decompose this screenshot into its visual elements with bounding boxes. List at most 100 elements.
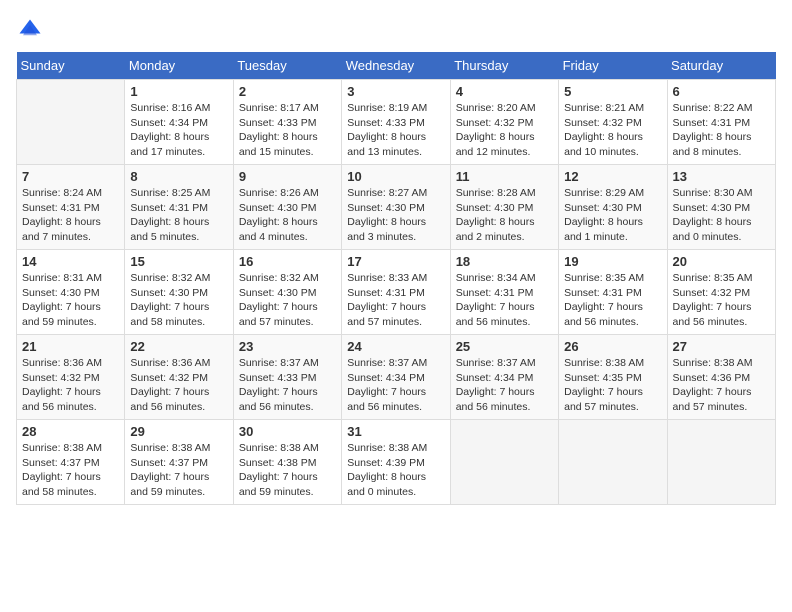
day-number: 23	[239, 339, 336, 354]
calendar-cell: 31Sunrise: 8:38 AMSunset: 4:39 PMDayligh…	[342, 420, 450, 505]
calendar-week-row: 14 Sunrise: 8:31 AMSunset: 4:30 PMDayligh…	[17, 250, 776, 335]
day-number: 13	[673, 169, 770, 184]
day-number: 31	[347, 424, 444, 439]
day-number: 24	[347, 339, 444, 354]
day-number: 28	[22, 424, 119, 439]
calendar-week-row: 28 Sunrise: 8:38 AMSunset: 4:37 PMDayligh…	[17, 420, 776, 505]
day-number: 2	[239, 84, 336, 99]
day-number: 19	[564, 254, 661, 269]
calendar-cell: 27Sunrise: 8:38 AMSunset: 4:36 PMDayligh…	[667, 335, 775, 420]
day-number: 21	[22, 339, 119, 354]
day-info: Sunrise: 8:37 AMSunset: 4:33 PMDaylight:…	[239, 356, 336, 415]
day-number: 18	[456, 254, 553, 269]
day-number: 26	[564, 339, 661, 354]
day-info: Sunrise: 8:32 AMSunset: 4:30 PMDaylight:…	[130, 271, 227, 330]
day-info: Sunrise: 8:27 AMSunset: 4:30 PMDaylight:…	[347, 186, 444, 245]
weekday-header: Saturday	[667, 52, 775, 80]
weekday-header: Sunday	[17, 52, 125, 80]
calendar-cell: 14 Sunrise: 8:31 AMSunset: 4:30 PMDayligh…	[17, 250, 125, 335]
calendar-cell: 18 Sunrise: 8:34 AMSunset: 4:31 PMDayligh…	[450, 250, 558, 335]
calendar-cell: 24 Sunrise: 8:37 AMSunset: 4:34 PMDayligh…	[342, 335, 450, 420]
logo	[16, 16, 48, 44]
day-info: Sunrise: 8:25 AMSunset: 4:31 PMDaylight:…	[130, 186, 227, 245]
calendar-cell: 22 Sunrise: 8:36 AMSunset: 4:32 PMDayligh…	[125, 335, 233, 420]
calendar-cell	[450, 420, 558, 505]
calendar-cell: 10 Sunrise: 8:27 AMSunset: 4:30 PMDayligh…	[342, 165, 450, 250]
day-info: Sunrise: 8:38 AMSunset: 4:37 PMDaylight:…	[22, 441, 119, 500]
day-number: 9	[239, 169, 336, 184]
calendar-cell: 3 Sunrise: 8:19 AMSunset: 4:33 PMDaylight…	[342, 80, 450, 165]
day-number: 10	[347, 169, 444, 184]
calendar-week-row: 21 Sunrise: 8:36 AMSunset: 4:32 PMDayligh…	[17, 335, 776, 420]
calendar-cell: 17 Sunrise: 8:33 AMSunset: 4:31 PMDayligh…	[342, 250, 450, 335]
calendar-cell	[667, 420, 775, 505]
calendar-week-row: 7Sunrise: 8:24 AMSunset: 4:31 PMDaylight…	[17, 165, 776, 250]
day-info: Sunrise: 8:28 AMSunset: 4:30 PMDaylight:…	[456, 186, 553, 245]
day-number: 12	[564, 169, 661, 184]
calendar-cell: 11 Sunrise: 8:28 AMSunset: 4:30 PMDayligh…	[450, 165, 558, 250]
calendar-cell: 1Sunrise: 8:16 AMSunset: 4:34 PMDaylight…	[125, 80, 233, 165]
day-info: Sunrise: 8:34 AMSunset: 4:31 PMDaylight:…	[456, 271, 553, 330]
day-info: Sunrise: 8:16 AMSunset: 4:34 PMDaylight:…	[130, 101, 227, 160]
day-info: Sunrise: 8:19 AMSunset: 4:33 PMDaylight:…	[347, 101, 444, 160]
calendar-header: SundayMondayTuesdayWednesdayThursdayFrid…	[17, 52, 776, 80]
day-number: 22	[130, 339, 227, 354]
calendar-cell: 7Sunrise: 8:24 AMSunset: 4:31 PMDaylight…	[17, 165, 125, 250]
day-number: 5	[564, 84, 661, 99]
calendar-cell: 4 Sunrise: 8:20 AMSunset: 4:32 PMDaylight…	[450, 80, 558, 165]
day-info: Sunrise: 8:38 AMSunset: 4:37 PMDaylight:…	[130, 441, 227, 500]
weekday-header: Friday	[559, 52, 667, 80]
day-number: 11	[456, 169, 553, 184]
calendar-cell: 28 Sunrise: 8:38 AMSunset: 4:37 PMDayligh…	[17, 420, 125, 505]
day-info: Sunrise: 8:20 AMSunset: 4:32 PMDaylight:…	[456, 101, 553, 160]
day-info: Sunrise: 8:35 AMSunset: 4:31 PMDaylight:…	[564, 271, 661, 330]
logo-icon	[16, 16, 44, 44]
weekday-header: Monday	[125, 52, 233, 80]
day-info: Sunrise: 8:38 AMSunset: 4:35 PMDaylight:…	[564, 356, 661, 415]
day-info: Sunrise: 8:29 AMSunset: 4:30 PMDaylight:…	[564, 186, 661, 245]
calendar-cell	[17, 80, 125, 165]
day-number: 3	[347, 84, 444, 99]
calendar-cell: 8 Sunrise: 8:25 AMSunset: 4:31 PMDaylight…	[125, 165, 233, 250]
day-info: Sunrise: 8:24 AMSunset: 4:31 PMDaylight:…	[22, 186, 119, 245]
day-number: 15	[130, 254, 227, 269]
weekday-row: SundayMondayTuesdayWednesdayThursdayFrid…	[17, 52, 776, 80]
day-info: Sunrise: 8:22 AMSunset: 4:31 PMDaylight:…	[673, 101, 770, 160]
calendar-cell: 5 Sunrise: 8:21 AMSunset: 4:32 PMDaylight…	[559, 80, 667, 165]
day-info: Sunrise: 8:21 AMSunset: 4:32 PMDaylight:…	[564, 101, 661, 160]
calendar-cell: 19 Sunrise: 8:35 AMSunset: 4:31 PMDayligh…	[559, 250, 667, 335]
calendar-cell: 25Sunrise: 8:37 AMSunset: 4:34 PMDayligh…	[450, 335, 558, 420]
calendar-cell: 12 Sunrise: 8:29 AMSunset: 4:30 PMDayligh…	[559, 165, 667, 250]
weekday-header: Wednesday	[342, 52, 450, 80]
calendar-cell: 29Sunrise: 8:38 AMSunset: 4:37 PMDayligh…	[125, 420, 233, 505]
day-info: Sunrise: 8:26 AMSunset: 4:30 PMDaylight:…	[239, 186, 336, 245]
calendar-cell	[559, 420, 667, 505]
day-info: Sunrise: 8:36 AMSunset: 4:32 PMDaylight:…	[22, 356, 119, 415]
calendar-table: SundayMondayTuesdayWednesdayThursdayFrid…	[16, 52, 776, 505]
day-number: 25	[456, 339, 553, 354]
day-number: 17	[347, 254, 444, 269]
day-info: Sunrise: 8:17 AMSunset: 4:33 PMDaylight:…	[239, 101, 336, 160]
weekday-header: Thursday	[450, 52, 558, 80]
day-info: Sunrise: 8:38 AMSunset: 4:36 PMDaylight:…	[673, 356, 770, 415]
day-info: Sunrise: 8:35 AMSunset: 4:32 PMDaylight:…	[673, 271, 770, 330]
calendar-cell: 26 Sunrise: 8:38 AMSunset: 4:35 PMDayligh…	[559, 335, 667, 420]
day-number: 14	[22, 254, 119, 269]
calendar-cell: 21 Sunrise: 8:36 AMSunset: 4:32 PMDayligh…	[17, 335, 125, 420]
calendar-cell: 15 Sunrise: 8:32 AMSunset: 4:30 PMDayligh…	[125, 250, 233, 335]
calendar-week-row: 1Sunrise: 8:16 AMSunset: 4:34 PMDaylight…	[17, 80, 776, 165]
calendar-cell: 13 Sunrise: 8:30 AMSunset: 4:30 PMDayligh…	[667, 165, 775, 250]
day-number: 4	[456, 84, 553, 99]
calendar-cell: 30Sunrise: 8:38 AMSunset: 4:38 PMDayligh…	[233, 420, 341, 505]
calendar-cell: 2 Sunrise: 8:17 AMSunset: 4:33 PMDaylight…	[233, 80, 341, 165]
day-info: Sunrise: 8:33 AMSunset: 4:31 PMDaylight:…	[347, 271, 444, 330]
day-info: Sunrise: 8:31 AMSunset: 4:30 PMDaylight:…	[22, 271, 119, 330]
calendar-cell: 9 Sunrise: 8:26 AMSunset: 4:30 PMDaylight…	[233, 165, 341, 250]
day-number: 8	[130, 169, 227, 184]
day-number: 16	[239, 254, 336, 269]
day-info: Sunrise: 8:36 AMSunset: 4:32 PMDaylight:…	[130, 356, 227, 415]
page-header	[16, 16, 776, 44]
day-info: Sunrise: 8:30 AMSunset: 4:30 PMDaylight:…	[673, 186, 770, 245]
day-info: Sunrise: 8:37 AMSunset: 4:34 PMDaylight:…	[347, 356, 444, 415]
calendar-body: 1Sunrise: 8:16 AMSunset: 4:34 PMDaylight…	[17, 80, 776, 505]
